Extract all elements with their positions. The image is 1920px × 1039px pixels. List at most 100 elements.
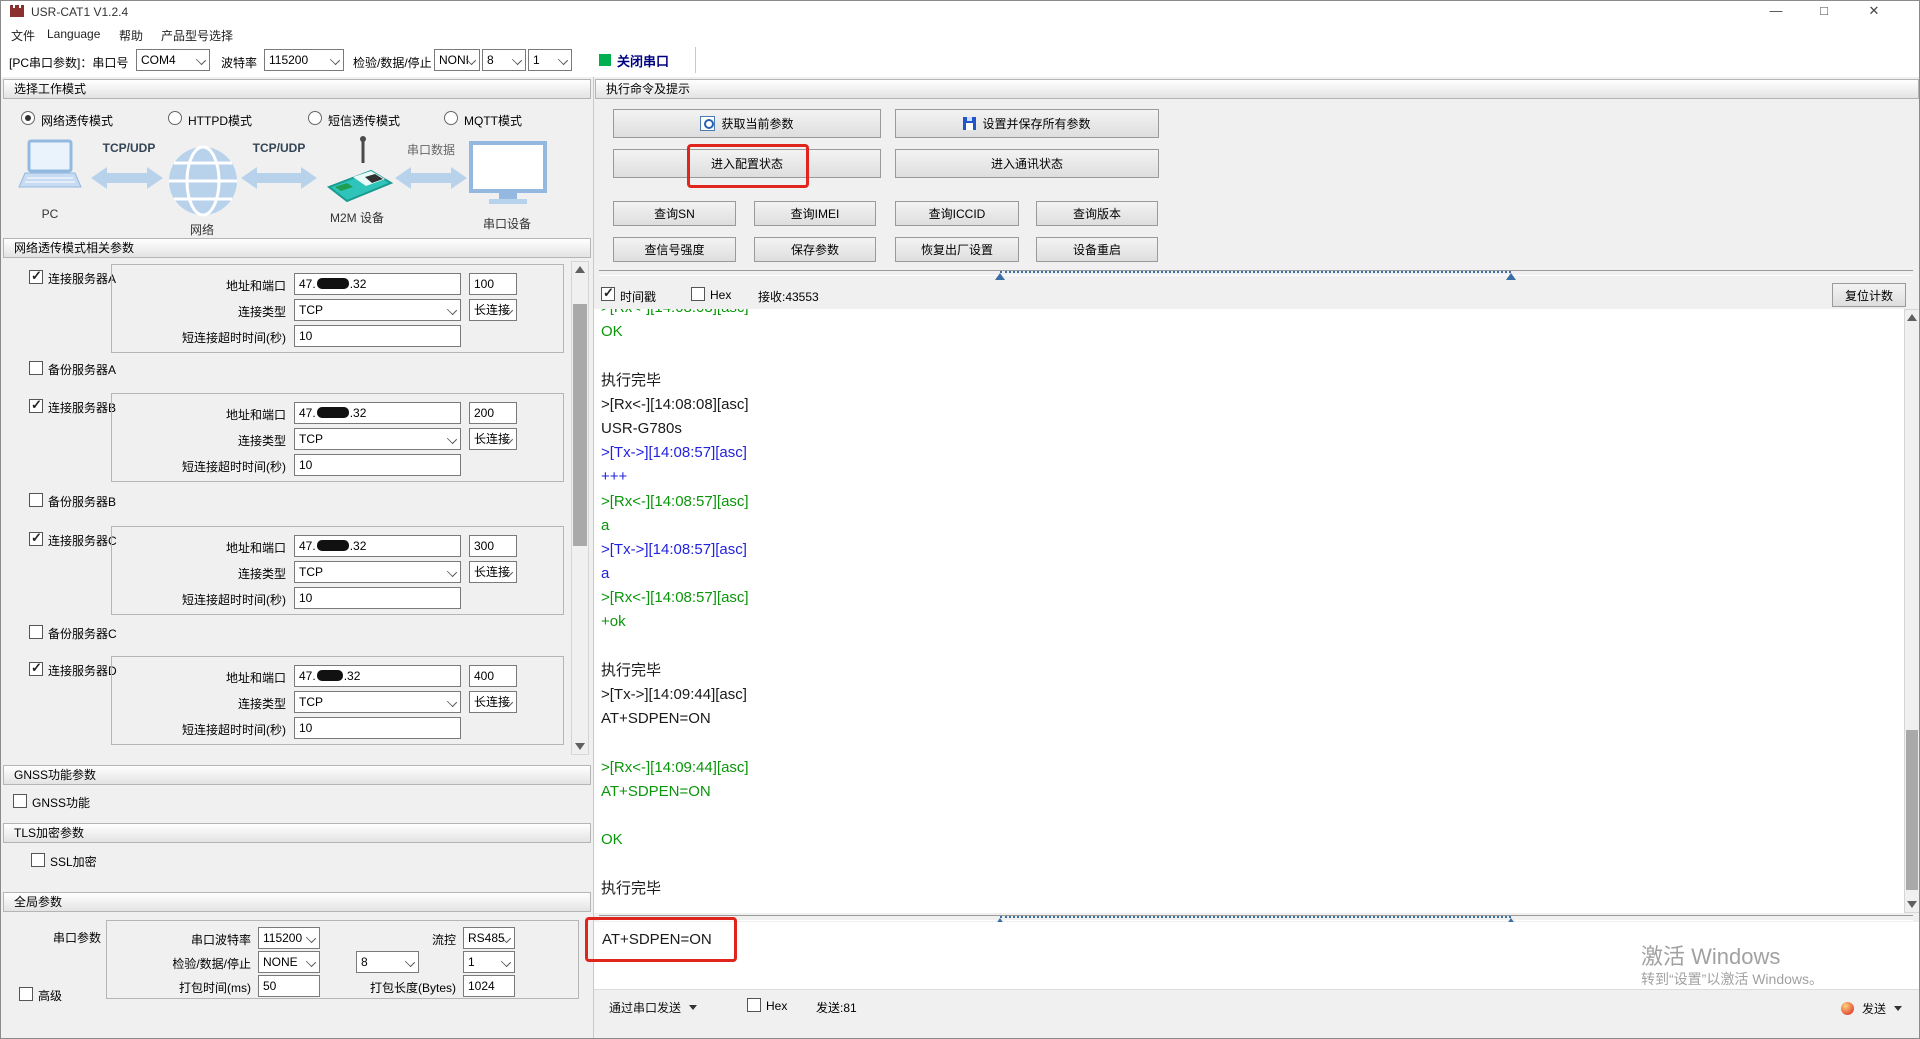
- scroll-up-icon[interactable]: [1907, 314, 1917, 321]
- menu-language[interactable]: Language: [47, 27, 100, 41]
- server-c-conn-select[interactable]: 长连接: [469, 561, 517, 583]
- g-flow-label: 流控: [431, 933, 456, 947]
- query-version-button[interactable]: 查询版本: [1036, 201, 1158, 226]
- dropdown-arrow-icon: [1894, 1005, 1903, 1011]
- scroll-down-icon[interactable]: [1907, 901, 1917, 908]
- menu-file[interactable]: 文件: [11, 27, 35, 44]
- log-hex-checkbox[interactable]: [691, 287, 705, 301]
- minimize-button[interactable]: —: [1753, 1, 1799, 23]
- get-params-button[interactable]: 获取当前参数: [613, 109, 881, 138]
- radio-sms-passthrough[interactable]: [308, 111, 322, 125]
- scrollbar-thumb[interactable]: [573, 304, 587, 546]
- gnss-checkbox[interactable]: [13, 794, 27, 808]
- ssl-checkbox[interactable]: [31, 853, 45, 867]
- server-d-conn-select[interactable]: 长连接: [469, 691, 517, 713]
- log-output[interactable]: >[Rx<-][14:08:08][asc]OK 执行完毕>[Rx<-][14:…: [594, 309, 1904, 913]
- g-packlen-label: 打包长度(Bytes): [369, 981, 456, 995]
- set-save-params-button[interactable]: 设置并保存所有参数: [895, 109, 1159, 138]
- parity-select[interactable]: NONI: [434, 49, 480, 71]
- scroll-up-icon[interactable]: [575, 266, 585, 273]
- g-packtime-input[interactable]: 50: [258, 975, 320, 997]
- menu-help[interactable]: 帮助: [119, 27, 143, 44]
- backup-b-checkbox[interactable]: [29, 493, 43, 507]
- query-sn-button[interactable]: 查询SN: [613, 201, 736, 226]
- splitter-thumb-icon[interactable]: [995, 273, 1005, 280]
- splitter-thumb-icon[interactable]: [1506, 273, 1516, 280]
- redaction-mark: [316, 278, 349, 290]
- server-c-checkbox[interactable]: [29, 530, 43, 546]
- query-iccid-button[interactable]: 查询ICCID: [895, 201, 1019, 226]
- server-d-type-select[interactable]: TCP: [294, 691, 461, 713]
- databits-select[interactable]: 8: [482, 49, 526, 71]
- radio-mqtt[interactable]: [444, 111, 458, 125]
- server-d-address-input[interactable]: 47. .32: [294, 665, 461, 687]
- server-b-type-select[interactable]: TCP: [294, 428, 461, 450]
- send-via-serial-button[interactable]: 通过串口发送: [609, 996, 698, 1018]
- baud-select[interactable]: 115200: [264, 49, 344, 71]
- save-params-button[interactable]: 保存参数: [754, 237, 876, 262]
- redaction-mark: [316, 670, 343, 682]
- server-a-address-input[interactable]: 47. .32: [294, 273, 461, 295]
- device-restart-button[interactable]: 设备重启: [1036, 237, 1158, 262]
- g-baud-select[interactable]: 115200: [258, 927, 320, 949]
- server-a-type-select[interactable]: TCP: [294, 299, 461, 321]
- window-title: USR-CAT1 V1.2.4: [31, 5, 129, 19]
- server-d-checkbox[interactable]: [29, 660, 43, 676]
- send-button[interactable]: 发送: [1841, 998, 1903, 1018]
- g-packlen-input[interactable]: 1024: [463, 975, 515, 997]
- timestamp-checkbox[interactable]: [601, 285, 615, 301]
- chevron-down-icon: [195, 54, 207, 66]
- type-label: 连接类型: [237, 697, 286, 711]
- server-d-timeout-input[interactable]: 10: [294, 717, 461, 739]
- timeout-label: 短连接超时时间(秒): [182, 593, 286, 607]
- scrollbar-thumb[interactable]: [1906, 730, 1918, 890]
- serial-device-icon: [469, 141, 547, 204]
- stopbits-select[interactable]: 1: [528, 49, 572, 71]
- server-a-conn-select[interactable]: 长连接: [469, 299, 517, 321]
- g-flow-select[interactable]: RS485: [463, 927, 515, 949]
- server-a-checkbox[interactable]: [29, 268, 43, 284]
- factory-reset-button[interactable]: 恢复出厂设置: [895, 237, 1019, 262]
- radio-net-passthrough[interactable]: [21, 111, 35, 125]
- radio-httpd[interactable]: [168, 111, 182, 125]
- toolbar-separator: [695, 47, 696, 73]
- g-parity-label: 检验/数据/停止: [172, 957, 251, 971]
- gnss-header: GNSS功能参数: [3, 765, 591, 785]
- enter-comm-button[interactable]: 进入通讯状态: [895, 149, 1159, 178]
- g-databits-select[interactable]: 8: [356, 951, 419, 973]
- reset-count-button[interactable]: 复位计数: [1832, 283, 1906, 307]
- m2m-label: M2M 设备: [329, 211, 384, 225]
- g-stopbits-select[interactable]: 1: [463, 951, 515, 973]
- scroll-down-icon[interactable]: [575, 743, 585, 750]
- net-params-header: 网络透传模式相关参数: [3, 238, 591, 258]
- query-imei-button[interactable]: 查询IMEI: [754, 201, 876, 226]
- left-panel-scrollbar[interactable]: [571, 261, 589, 755]
- radio-httpd-label: HTTPD模式: [188, 114, 252, 128]
- server-b-port-input[interactable]: 200: [469, 402, 517, 424]
- backup-a-checkbox[interactable]: [29, 361, 43, 375]
- server-c-address-input[interactable]: 47. .32: [294, 535, 461, 557]
- advanced-checkbox[interactable]: [19, 987, 33, 1001]
- dropdown-arrow-icon: [689, 1004, 698, 1010]
- log-scrollbar[interactable]: [1904, 309, 1919, 913]
- close-serial-button[interactable]: 关闭串口: [599, 48, 689, 72]
- g-parity-select[interactable]: NONE: [258, 951, 320, 973]
- server-b-timeout-input[interactable]: 10: [294, 454, 461, 476]
- server-a-timeout-input[interactable]: 10: [294, 325, 461, 347]
- server-b-conn-select[interactable]: 长连接: [469, 428, 517, 450]
- backup-c-checkbox[interactable]: [29, 625, 43, 639]
- com-port-select[interactable]: COM4: [136, 49, 210, 71]
- log-hex-label: Hex: [710, 288, 732, 302]
- menu-product-model[interactable]: 产品型号选择: [161, 27, 233, 44]
- maximize-button[interactable]: □: [1801, 1, 1847, 23]
- close-button[interactable]: ✕: [1851, 1, 1897, 23]
- server-c-type-select[interactable]: TCP: [294, 561, 461, 583]
- server-c-timeout-input[interactable]: 10: [294, 587, 461, 609]
- server-d-port-input[interactable]: 400: [469, 665, 517, 687]
- server-b-checkbox[interactable]: [29, 397, 43, 413]
- server-a-port-input[interactable]: 100: [469, 273, 517, 295]
- send-hex-checkbox[interactable]: [747, 998, 761, 1012]
- query-signal-button[interactable]: 查信号强度: [613, 237, 736, 262]
- server-c-port-input[interactable]: 300: [469, 535, 517, 557]
- server-b-address-input[interactable]: 47. .32: [294, 402, 461, 424]
